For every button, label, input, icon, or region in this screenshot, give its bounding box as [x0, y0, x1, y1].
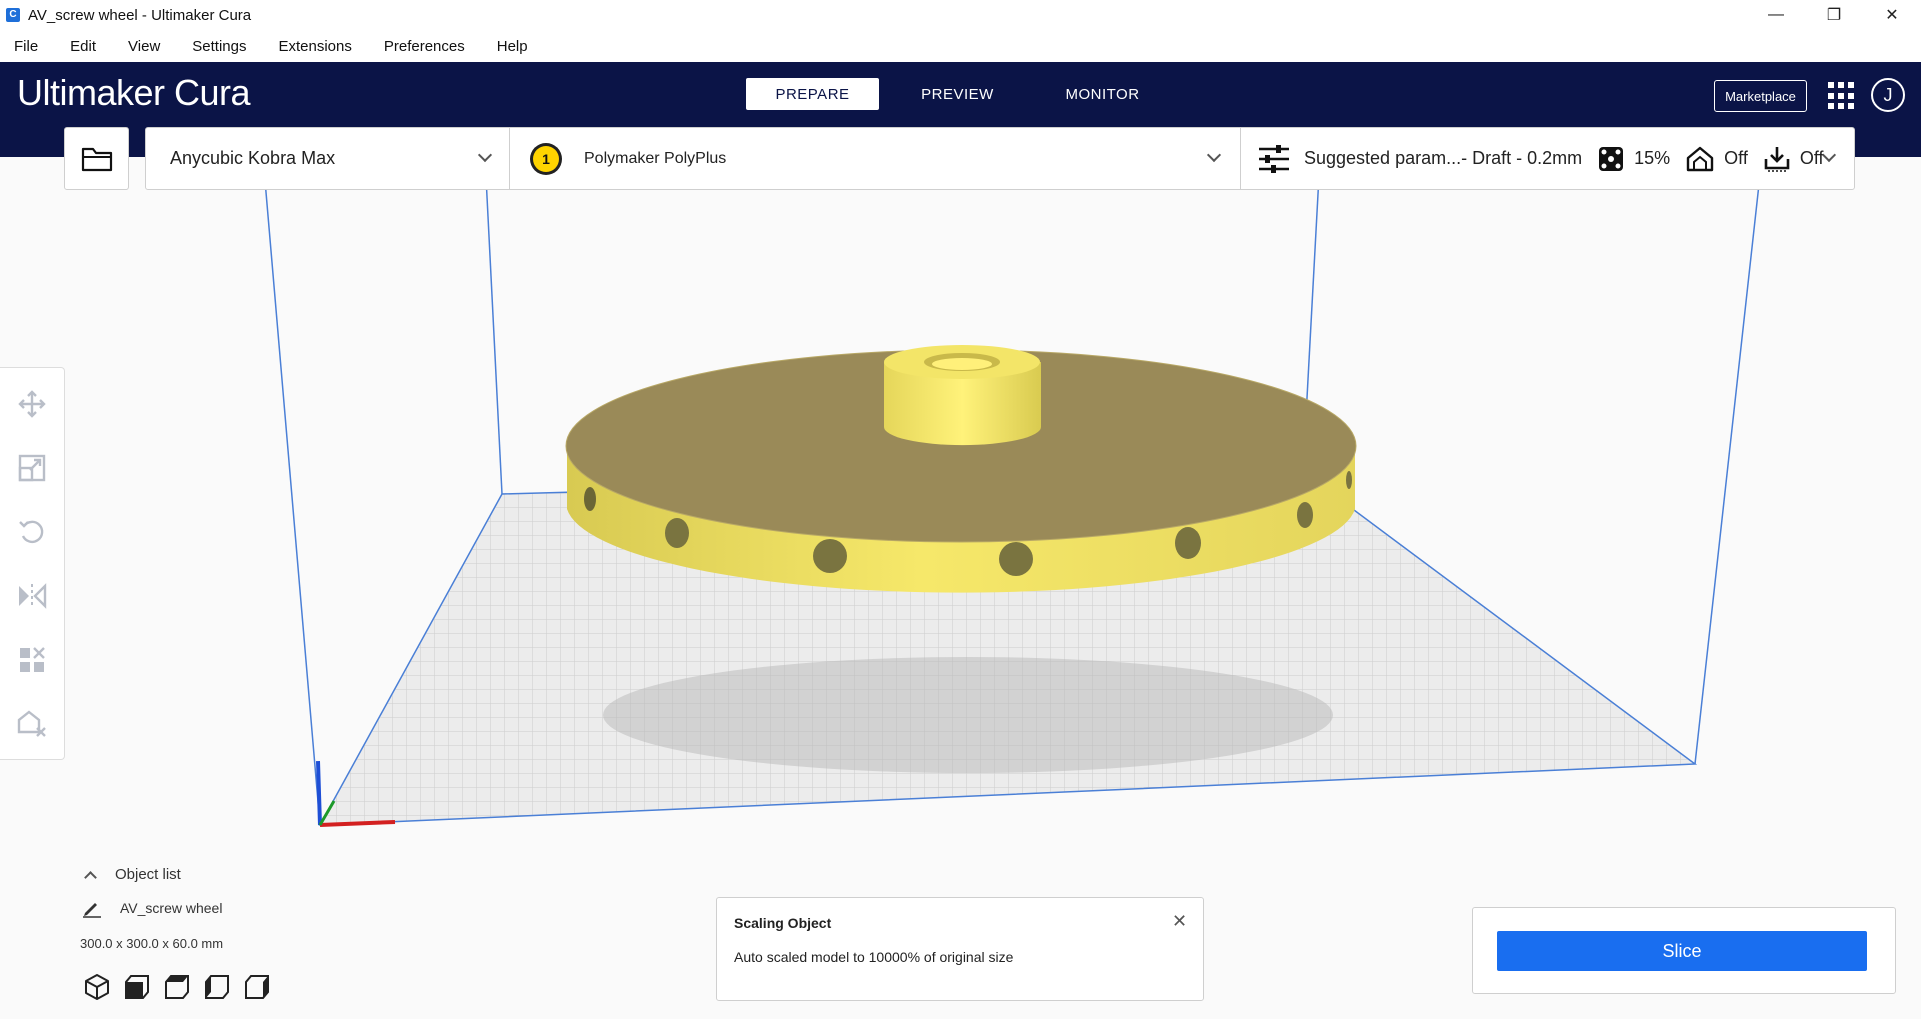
mirror-tool[interactable] — [16, 580, 48, 612]
menu-view[interactable]: View — [128, 38, 160, 55]
extruder-number: 1 — [533, 145, 559, 172]
object-dimensions: 300.0 x 300.0 x 60.0 mm — [80, 936, 224, 951]
printer-name: Anycubic Kobra Max — [170, 148, 336, 168]
menu-help[interactable]: Help — [497, 38, 528, 55]
view-front-icon[interactable] — [122, 972, 152, 1002]
object-list-label: Object list — [115, 866, 181, 883]
slice-button[interactable]: Slice — [1497, 931, 1867, 971]
menu-bar: File Edit View Settings Extensions Prefe… — [0, 30, 1921, 62]
title-bar: C AV_screw wheel - Ultimaker Cura — ❐ ✕ — [0, 0, 1921, 30]
support-icon — [1686, 146, 1714, 171]
tab-preview[interactable]: PREVIEW — [891, 78, 1024, 110]
object-name: AV_screw wheel — [120, 900, 223, 916]
view-top-icon[interactable] — [162, 972, 192, 1002]
logo-light-text: Cura — [174, 72, 251, 113]
tool-panel — [0, 367, 65, 760]
screw-wheel-model[interactable] — [565, 345, 1357, 773]
close-icon[interactable]: ✕ — [1172, 911, 1187, 932]
tab-monitor[interactable]: MONITOR — [1036, 78, 1169, 110]
applications-grid-icon[interactable] — [1828, 82, 1856, 110]
window-controls: — ❐ ✕ — [1747, 0, 1921, 30]
logo-bold-text: Ultimaker — [17, 72, 165, 113]
per-model-settings-icon — [20, 647, 45, 672]
adhesion-icon — [1764, 146, 1790, 172]
action-panel: Slice — [1472, 907, 1896, 994]
support-blocker-tool[interactable] — [16, 708, 48, 740]
stage-tabs: PREPARE PREVIEW MONITOR — [746, 78, 1181, 110]
close-button[interactable]: ✕ — [1863, 0, 1921, 30]
infill-value: 15% — [1634, 148, 1671, 168]
message-body: Auto scaled model to 10000% of original … — [734, 949, 1014, 965]
menu-settings[interactable]: Settings — [192, 38, 246, 55]
account-avatar[interactable]: J — [1871, 78, 1905, 112]
machine-selector-bar: Anycubic Kobra Max 1 Polymaker PolyPlus … — [145, 127, 1855, 190]
menu-preferences[interactable]: Preferences — [384, 38, 465, 55]
adhesion-value: Off — [1799, 148, 1824, 168]
scaling-message: Scaling Object Auto scaled model to 1000… — [716, 897, 1204, 1001]
move-tool[interactable] — [16, 388, 48, 420]
build-volume-scene — [262, 156, 1763, 827]
infill-icon — [1599, 146, 1624, 171]
support-blocker-icon — [17, 710, 46, 737]
chevron-down-icon — [1206, 147, 1222, 163]
view-3d-icon[interactable] — [82, 972, 112, 1002]
extruder-badge: 1 — [530, 142, 562, 175]
chevron-down-icon — [1821, 147, 1837, 163]
marketplace-button[interactable]: Marketplace — [1714, 80, 1807, 112]
material-selector[interactable]: 1 Polymaker PolyPlus — [510, 128, 1241, 189]
menu-extensions[interactable]: Extensions — [278, 38, 351, 55]
menu-edit[interactable]: Edit — [70, 38, 96, 55]
3d-viewport[interactable] — [0, 156, 1921, 1019]
settings-sliders-icon — [1259, 144, 1289, 173]
rotate-icon — [19, 520, 44, 544]
open-file-button[interactable] — [64, 127, 129, 190]
menu-file[interactable]: File — [14, 38, 38, 55]
cura-app-icon: C — [6, 8, 20, 22]
window-title: AV_screw wheel - Ultimaker Cura — [28, 6, 252, 24]
object-list-item[interactable]: AV_screw wheel — [82, 898, 222, 918]
support-value: Off — [1724, 148, 1748, 168]
print-settings-selector[interactable]: Suggested param...- Draft - 0.2mm 15% Of… — [1242, 128, 1854, 189]
camera-view-buttons — [82, 972, 282, 1002]
profile-label: Suggested param...- Draft - 0.2mm — [1304, 148, 1583, 168]
tab-prepare[interactable]: PREPARE — [746, 78, 879, 110]
move-icon — [18, 390, 46, 418]
chevron-down-icon — [477, 147, 493, 163]
per-model-settings-tool[interactable] — [16, 644, 48, 676]
view-left-icon[interactable] — [202, 972, 232, 1002]
view-right-icon[interactable] — [242, 972, 272, 1002]
ultimaker-cura-logo: Ultimaker Cura — [17, 72, 251, 114]
mirror-icon — [19, 583, 47, 609]
rotate-tool[interactable] — [16, 516, 48, 548]
chevron-up-icon — [84, 870, 97, 884]
printer-selector[interactable]: Anycubic Kobra Max — [146, 128, 510, 189]
scale-icon — [18, 454, 46, 482]
minimize-button[interactable]: — — [1747, 0, 1805, 30]
scale-tool[interactable] — [16, 452, 48, 484]
open-folder-icon — [81, 147, 112, 171]
edit-pencil-icon — [83, 903, 101, 918]
cura-window: C AV_screw wheel - Ultimaker Cura — ❐ ✕ … — [0, 0, 1921, 1019]
maximize-button[interactable]: ❐ — [1805, 0, 1863, 30]
material-name: Polymaker PolyPlus — [584, 149, 727, 167]
message-title: Scaling Object — [734, 915, 832, 931]
object-list-toggle[interactable]: Object list — [84, 866, 181, 884]
